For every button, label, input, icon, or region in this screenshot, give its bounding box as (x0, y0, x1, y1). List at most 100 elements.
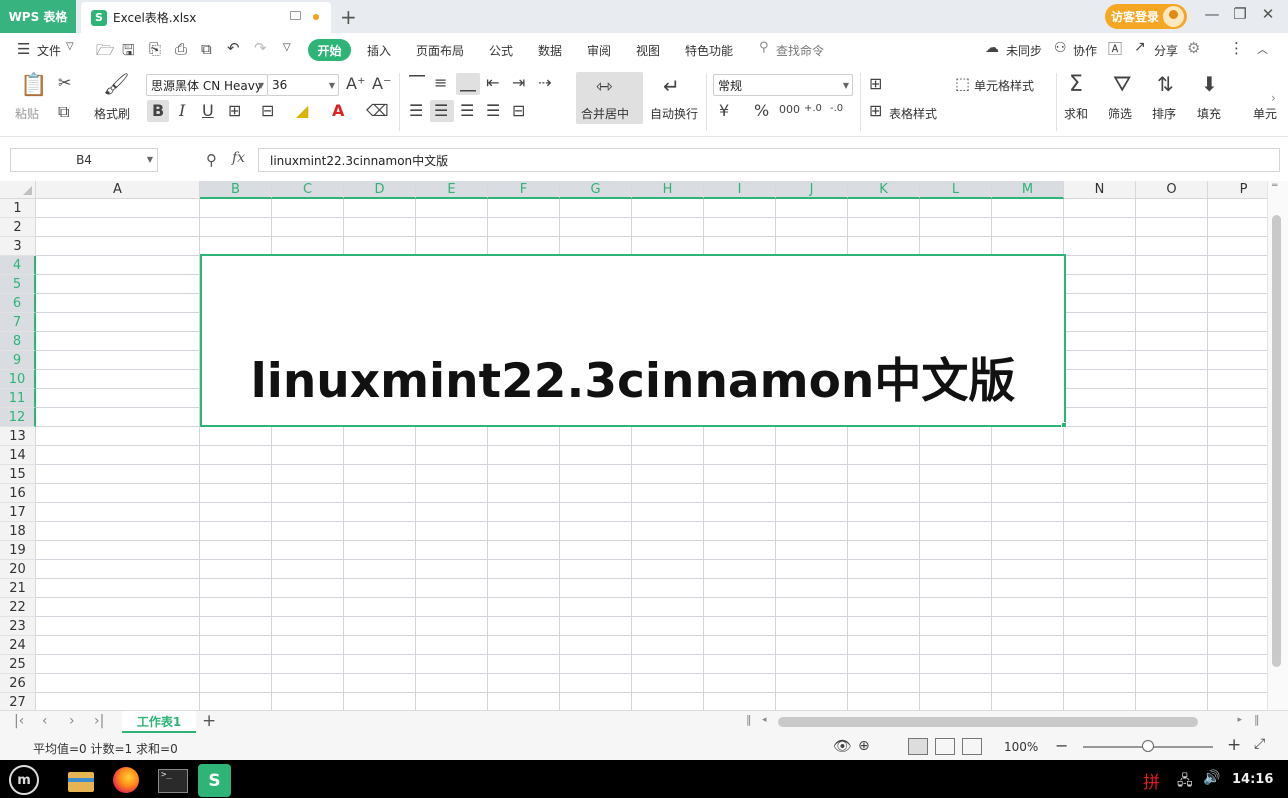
collapse-ribbon-icon[interactable]: ︿ (1257, 41, 1268, 57)
row-header-22[interactable]: 22 (0, 598, 36, 617)
first-sheet-icon[interactable]: |‹ (14, 713, 24, 729)
sort-icon[interactable]: ⇅ (1157, 74, 1174, 94)
wps-home-button[interactable]: WPS 表格 (0, 0, 76, 33)
column-header-o[interactable]: O (1136, 181, 1208, 199)
chevron-down-icon[interactable]: ▽ (66, 41, 74, 52)
row-header-5[interactable]: 5 (0, 275, 36, 294)
wrap-text-button[interactable]: 自动换行 (650, 105, 698, 122)
more-vertical-icon[interactable]: ⋮ (1229, 39, 1244, 57)
wps-spreadsheet-icon[interactable]: S (198, 764, 231, 797)
row-header-27[interactable]: 27 (0, 693, 36, 710)
print-icon[interactable]: ⎙ (175, 40, 187, 58)
decrease-font-icon[interactable]: A⁻ (372, 76, 391, 92)
horizontal-scroll-thumb[interactable] (778, 717, 1198, 727)
add-sheet-icon[interactable]: + (202, 711, 216, 731)
row-header-1[interactable]: 1 (0, 199, 36, 218)
format-painter-icon[interactable]: 🖌 (103, 74, 130, 95)
row-header-13[interactable]: 13 (0, 427, 36, 446)
row-header-26[interactable]: 26 (0, 674, 36, 693)
merged-cell-b4-m12[interactable]: linuxmint22.3cinnamon中文版 (200, 254, 1066, 427)
select-all-corner[interactable] (0, 181, 36, 199)
firefox-icon[interactable] (110, 764, 142, 796)
format-painter-label[interactable]: 格式刷 (94, 105, 130, 122)
merge-cells-icon[interactable]: ⇿ (596, 76, 613, 96)
close-icon[interactable]: ✕ (1257, 5, 1279, 23)
column-header-p[interactable]: P (1208, 181, 1267, 199)
input-method-icon[interactable]: 拼 (1143, 768, 1160, 793)
fill-icon[interactable]: ⬇ (1201, 74, 1218, 94)
align-left-icon[interactable]: ☰ (409, 103, 423, 119)
borders-icon[interactable]: ⊞ (228, 103, 241, 119)
vertical-scrollbar[interactable]: ═ (1267, 181, 1288, 710)
search-commands[interactable]: 查找命令 (776, 42, 824, 59)
split-handle-icon[interactable]: ‖ (746, 713, 752, 726)
sum-icon[interactable]: Σ (1069, 74, 1083, 96)
cells-button[interactable]: 单元 (1253, 105, 1277, 122)
tab-start[interactable]: 开始 (308, 39, 351, 61)
layout-mode-icon[interactable]: ⊕ (858, 738, 870, 754)
row-header-3[interactable]: 3 (0, 237, 36, 256)
fill-handle[interactable] (1061, 422, 1067, 428)
restore-icon[interactable]: ❐ (1229, 5, 1251, 23)
fill-color-icon[interactable]: ◢ (296, 103, 308, 119)
tab-insert[interactable]: 插入 (367, 42, 391, 59)
page-layout-view-button[interactable] (935, 738, 955, 755)
copy-icon[interactable]: ⧉ (58, 104, 69, 120)
currency-button[interactable]: ¥ (719, 103, 729, 119)
cell-border-style-icon[interactable]: ⊟ (261, 103, 274, 119)
row-header-7[interactable]: 7 (0, 313, 36, 332)
number-format-select[interactable]: 常规 ▼ (713, 74, 853, 96)
column-header-n[interactable]: N (1064, 181, 1136, 199)
network-icon[interactable]: 🖧 (1177, 770, 1193, 794)
underline-button[interactable]: U (202, 103, 214, 119)
tab-special-features[interactable]: 特色功能 (685, 42, 733, 59)
row-header-6[interactable]: 6 (0, 294, 36, 313)
selection-summary[interactable]: 平均值=0 计数=1 求和=0 (33, 740, 178, 757)
split-handle-icon[interactable]: ‖ (1254, 713, 1260, 726)
scroll-split-icon[interactable]: ═ (1272, 181, 1277, 191)
hamburger-menu-icon[interactable]: ☰ (17, 40, 30, 58)
row-header-24[interactable]: 24 (0, 636, 36, 655)
page-break-view-button[interactable] (962, 738, 982, 755)
row-header-14[interactable]: 14 (0, 446, 36, 465)
distributed-icon[interactable]: ⊟ (512, 103, 525, 119)
bold-button[interactable]: B (152, 103, 164, 119)
tab-page-layout[interactable]: 页面布局 (416, 42, 464, 59)
column-header-h[interactable]: H (632, 181, 704, 199)
zoom-formula-icon[interactable]: ⚲ (206, 151, 217, 169)
export-pdf-icon[interactable]: ⎘ (149, 40, 161, 58)
file-menu[interactable]: 文件 (37, 42, 61, 59)
clear-format-icon[interactable]: ⌫ (366, 103, 389, 119)
row-header-19[interactable]: 19 (0, 541, 36, 560)
cut-icon[interactable]: ✂ (58, 75, 71, 91)
mint-menu-icon[interactable]: m (9, 765, 39, 795)
sum-button[interactable]: 求和 (1064, 105, 1088, 122)
fx-icon[interactable]: fx (232, 150, 245, 166)
minimize-icon[interactable]: — (1201, 5, 1223, 23)
tab-data[interactable]: 数据 (538, 42, 562, 59)
next-sheet-icon[interactable]: › (69, 713, 75, 729)
spreadsheet-grid[interactable]: ABCDEFGHIJKLMNOP 1 2 3 4 5 6 7 8 9 10 11 12 13 14 15 16… (0, 181, 1267, 710)
paste-label[interactable]: 粘贴 (15, 105, 39, 122)
zoom-slider-knob[interactable] (1142, 740, 1154, 752)
increase-decimal-button[interactable]: +.0 (804, 104, 822, 114)
column-header-k[interactable]: K (848, 181, 920, 199)
scroll-left-icon[interactable]: ◂ (762, 715, 767, 725)
paste-icon[interactable]: 📋 (20, 75, 47, 97)
filter-button[interactable]: 筛选 (1108, 105, 1132, 122)
column-header-m[interactable]: M (992, 181, 1064, 199)
share-button[interactable]: 分享 (1154, 42, 1178, 59)
column-header-f[interactable]: F (488, 181, 560, 199)
filter-icon[interactable]: ⛛ (1113, 74, 1131, 96)
table-style-button[interactable]: 表格样式 (889, 105, 937, 122)
conditional-format-icon[interactable]: ⊞ (869, 76, 882, 92)
align-right-icon[interactable]: ☰ (460, 103, 474, 119)
fill-button[interactable]: 填充 (1197, 105, 1221, 122)
formula-input[interactable]: linuxmint22.3cinnamon中文版 (258, 148, 1280, 172)
row-header-20[interactable]: 20 (0, 560, 36, 579)
row-header-12[interactable]: 12 (0, 408, 36, 427)
eye-protection-icon[interactable]: 👁 (833, 737, 852, 755)
column-header-d[interactable]: D (344, 181, 416, 199)
row-header-2[interactable]: 2 (0, 218, 36, 237)
guest-login-button[interactable]: 访客登录 (1105, 4, 1187, 29)
